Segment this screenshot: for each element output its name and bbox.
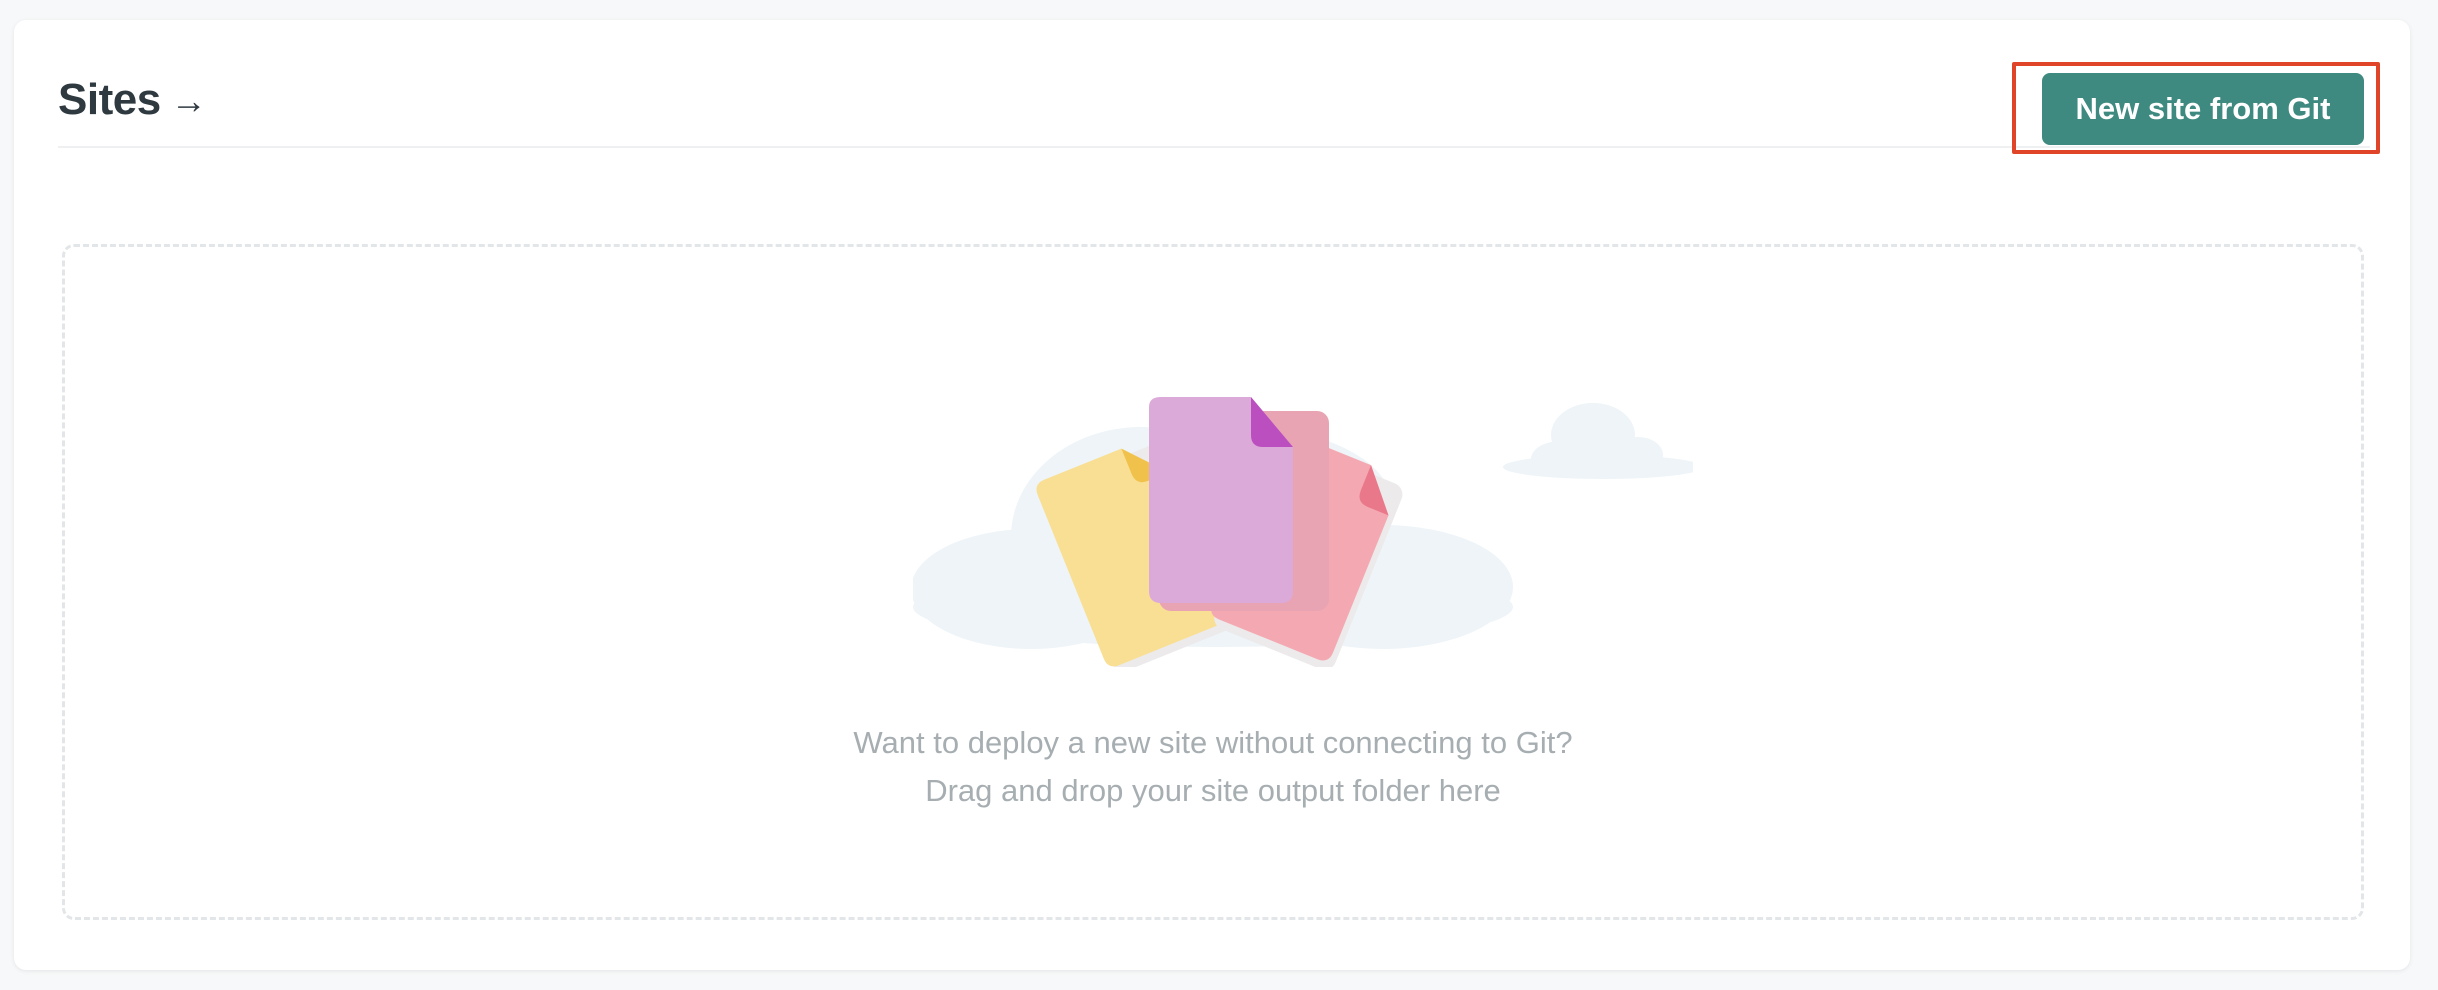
sites-title-link[interactable]: Sites → xyxy=(58,75,207,125)
files-and-clouds-illustration xyxy=(913,397,1693,667)
dropzone-prompt-line2: Drag and drop your site output folder he… xyxy=(925,773,1501,808)
page-title: Sites xyxy=(58,75,161,124)
sites-card: Sites → New site from Git Want to deploy… xyxy=(14,20,2410,970)
arrow-right-icon: → xyxy=(170,80,207,121)
purple-file-icon xyxy=(1149,397,1329,611)
new-site-from-git-button[interactable]: New site from Git xyxy=(2042,73,2364,145)
deploy-dropzone[interactable]: Want to deploy a new site without connec… xyxy=(62,244,2364,920)
cloud-small-icon xyxy=(1503,403,1693,479)
dropzone-prompt-line1: Want to deploy a new site without connec… xyxy=(853,725,1573,760)
